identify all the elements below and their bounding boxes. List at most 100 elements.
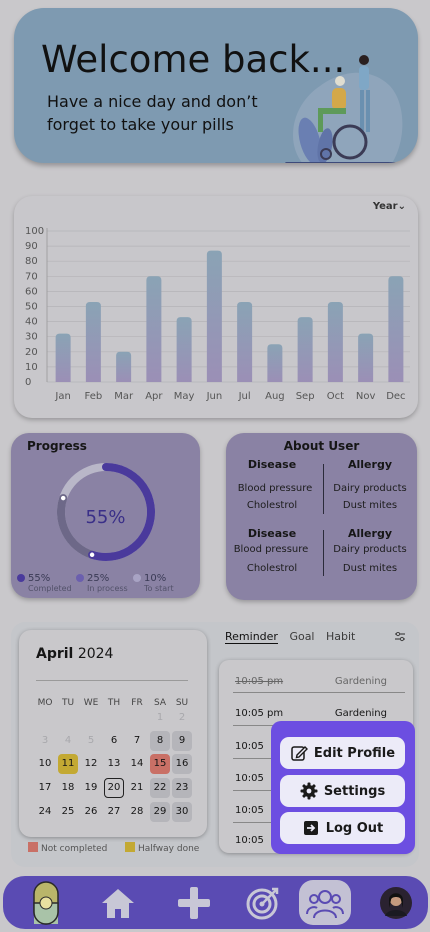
calendar-day[interactable]: 21: [127, 778, 147, 798]
edit-profile-button[interactable]: Edit Profile: [280, 737, 405, 769]
weekday-label: WE: [83, 698, 99, 708]
calendar-day[interactable]: 11: [58, 754, 78, 774]
bar: [206, 250, 222, 382]
chevron-down-icon: ⌄: [397, 201, 406, 212]
log-out-icon: [303, 821, 318, 835]
calendar-day[interactable]: 28: [127, 802, 147, 822]
nav-home[interactable]: [98, 880, 138, 925]
disease-item: Blood pressure: [237, 483, 313, 494]
disease-item: Cholestrol: [246, 563, 298, 574]
settings-button[interactable]: Settings: [280, 775, 405, 807]
calendar-year: 2024: [77, 646, 114, 662]
calendar-day[interactable]: 19: [81, 778, 101, 798]
nav-profile[interactable]: [377, 880, 415, 925]
legend-dot: [17, 574, 25, 582]
calendar-day[interactable]: 16: [172, 754, 192, 774]
calendar-day[interactable]: 5: [81, 731, 101, 751]
legend-label: Halfway done: [138, 844, 200, 854]
legend-value: 55%: [28, 573, 51, 584]
calendar: April 2024 MO TU WE TH FR SA SU 1 2 3 4 5 6 7 8 9 10 11 12…: [19, 630, 207, 837]
calendar-day[interactable]: 14: [127, 754, 147, 774]
reminder-time: 10:05: [235, 741, 264, 752]
y-tick-label: 30: [25, 332, 38, 343]
calendar-day[interactable]: 8: [150, 731, 170, 751]
reminder-item[interactable]: 10:05 pm Gardening: [235, 676, 405, 687]
settings-label: Settings: [323, 783, 386, 799]
period-select[interactable]: Year⌄: [373, 201, 406, 212]
nav-goals[interactable]: [244, 880, 282, 925]
calendar-day[interactable]: 15: [150, 754, 170, 774]
reminder-time: 10:05 pm: [235, 676, 284, 687]
disease-item: Cholestrol: [246, 500, 298, 511]
progress-card: Progress 55% 55% Completed 25% In proces…: [11, 433, 200, 598]
calendar-day[interactable]: 26: [81, 802, 101, 822]
calendar-day[interactable]: 6: [104, 731, 124, 751]
calendar-day[interactable]: 12: [81, 754, 101, 774]
legend-swatch: [125, 842, 135, 852]
progress-percent: 55%: [85, 507, 126, 528]
reminder-name: Gardening: [334, 676, 387, 687]
ring-knob: [88, 551, 96, 559]
nav-add[interactable]: [176, 880, 212, 925]
calendar-day[interactable]: 20: [104, 778, 124, 798]
y-tick-label: 20: [25, 347, 38, 358]
about-user-card: About User Disease Allergy Blood pressur…: [226, 433, 417, 600]
allergy-header: Allergy: [348, 458, 392, 471]
calendar-day[interactable]: 1: [150, 708, 170, 728]
users-icon: [306, 889, 344, 918]
tab-goal[interactable]: Goal: [289, 630, 314, 643]
about-title: About User: [283, 439, 360, 453]
legend-halfway-done: Halfway done: [125, 842, 199, 854]
calendar-day[interactable]: 10: [35, 754, 55, 774]
bar: [55, 333, 71, 382]
allergy-item: Dairy products: [333, 544, 407, 555]
profile-menu: Edit Profile Settings Log Out: [271, 721, 415, 854]
calendar-day[interactable]: 3: [35, 731, 55, 751]
bottom-nav: [3, 876, 428, 929]
calendar-day[interactable]: 2: [172, 708, 192, 728]
calendar-day[interactable]: 22: [150, 778, 170, 798]
calendar-day[interactable]: 13: [104, 754, 124, 774]
planner-tabs: Reminder Goal Habit: [225, 630, 363, 644]
x-tick-label: Aug: [265, 391, 285, 402]
calendar-day[interactable]: 25: [58, 802, 78, 822]
legend-completed: 55% Completed: [17, 574, 72, 594]
filter-icon[interactable]: [394, 632, 406, 642]
legend-swatch: [28, 842, 38, 852]
legend-label: Not completed: [41, 844, 108, 854]
tab-habit[interactable]: Habit: [326, 630, 355, 643]
calendar-day[interactable]: 7: [127, 731, 147, 751]
legend-dot: [76, 574, 84, 582]
calendar-day[interactable]: 23: [172, 778, 192, 798]
nav-pill[interactable]: [29, 880, 63, 925]
y-tick-label: 70: [25, 271, 38, 282]
calendar-day[interactable]: 4: [58, 731, 78, 751]
reminder-item[interactable]: 10:05 pm Gardening: [235, 708, 405, 719]
log-out-button[interactable]: Log Out: [280, 812, 405, 844]
tab-reminder[interactable]: Reminder: [225, 630, 278, 644]
calendar-day[interactable]: 27: [104, 802, 124, 822]
welcome-banner: Welcome back... Have a nice day and don’…: [14, 8, 418, 163]
calendar-day[interactable]: 24: [35, 802, 55, 822]
x-tick-label: Jun: [206, 391, 223, 402]
y-tick-label: 0: [25, 377, 31, 388]
home-icon: [102, 888, 134, 918]
x-tick-label: May: [174, 391, 195, 402]
calendar-day[interactable]: 29: [150, 802, 170, 822]
y-tick-label: 60: [25, 286, 38, 297]
weekday-label: MO: [37, 698, 53, 708]
reminder-time: 10:05: [235, 835, 264, 846]
pill-icon: [33, 880, 59, 925]
x-tick-label: Mar: [114, 391, 134, 402]
bar: [388, 276, 404, 382]
y-tick-label: 50: [25, 302, 38, 313]
allergy-item: Dairy products: [333, 483, 407, 494]
calendar-day[interactable]: 30: [172, 802, 192, 822]
calendar-day[interactable]: 18: [58, 778, 78, 798]
nav-users[interactable]: [299, 880, 351, 925]
calendar-day[interactable]: 9: [172, 731, 192, 751]
allergy-header: Allergy: [348, 527, 392, 540]
calendar-day[interactable]: 17: [35, 778, 55, 798]
weekday-label: TU: [61, 698, 75, 708]
edit-profile-label: Edit Profile: [313, 745, 396, 761]
